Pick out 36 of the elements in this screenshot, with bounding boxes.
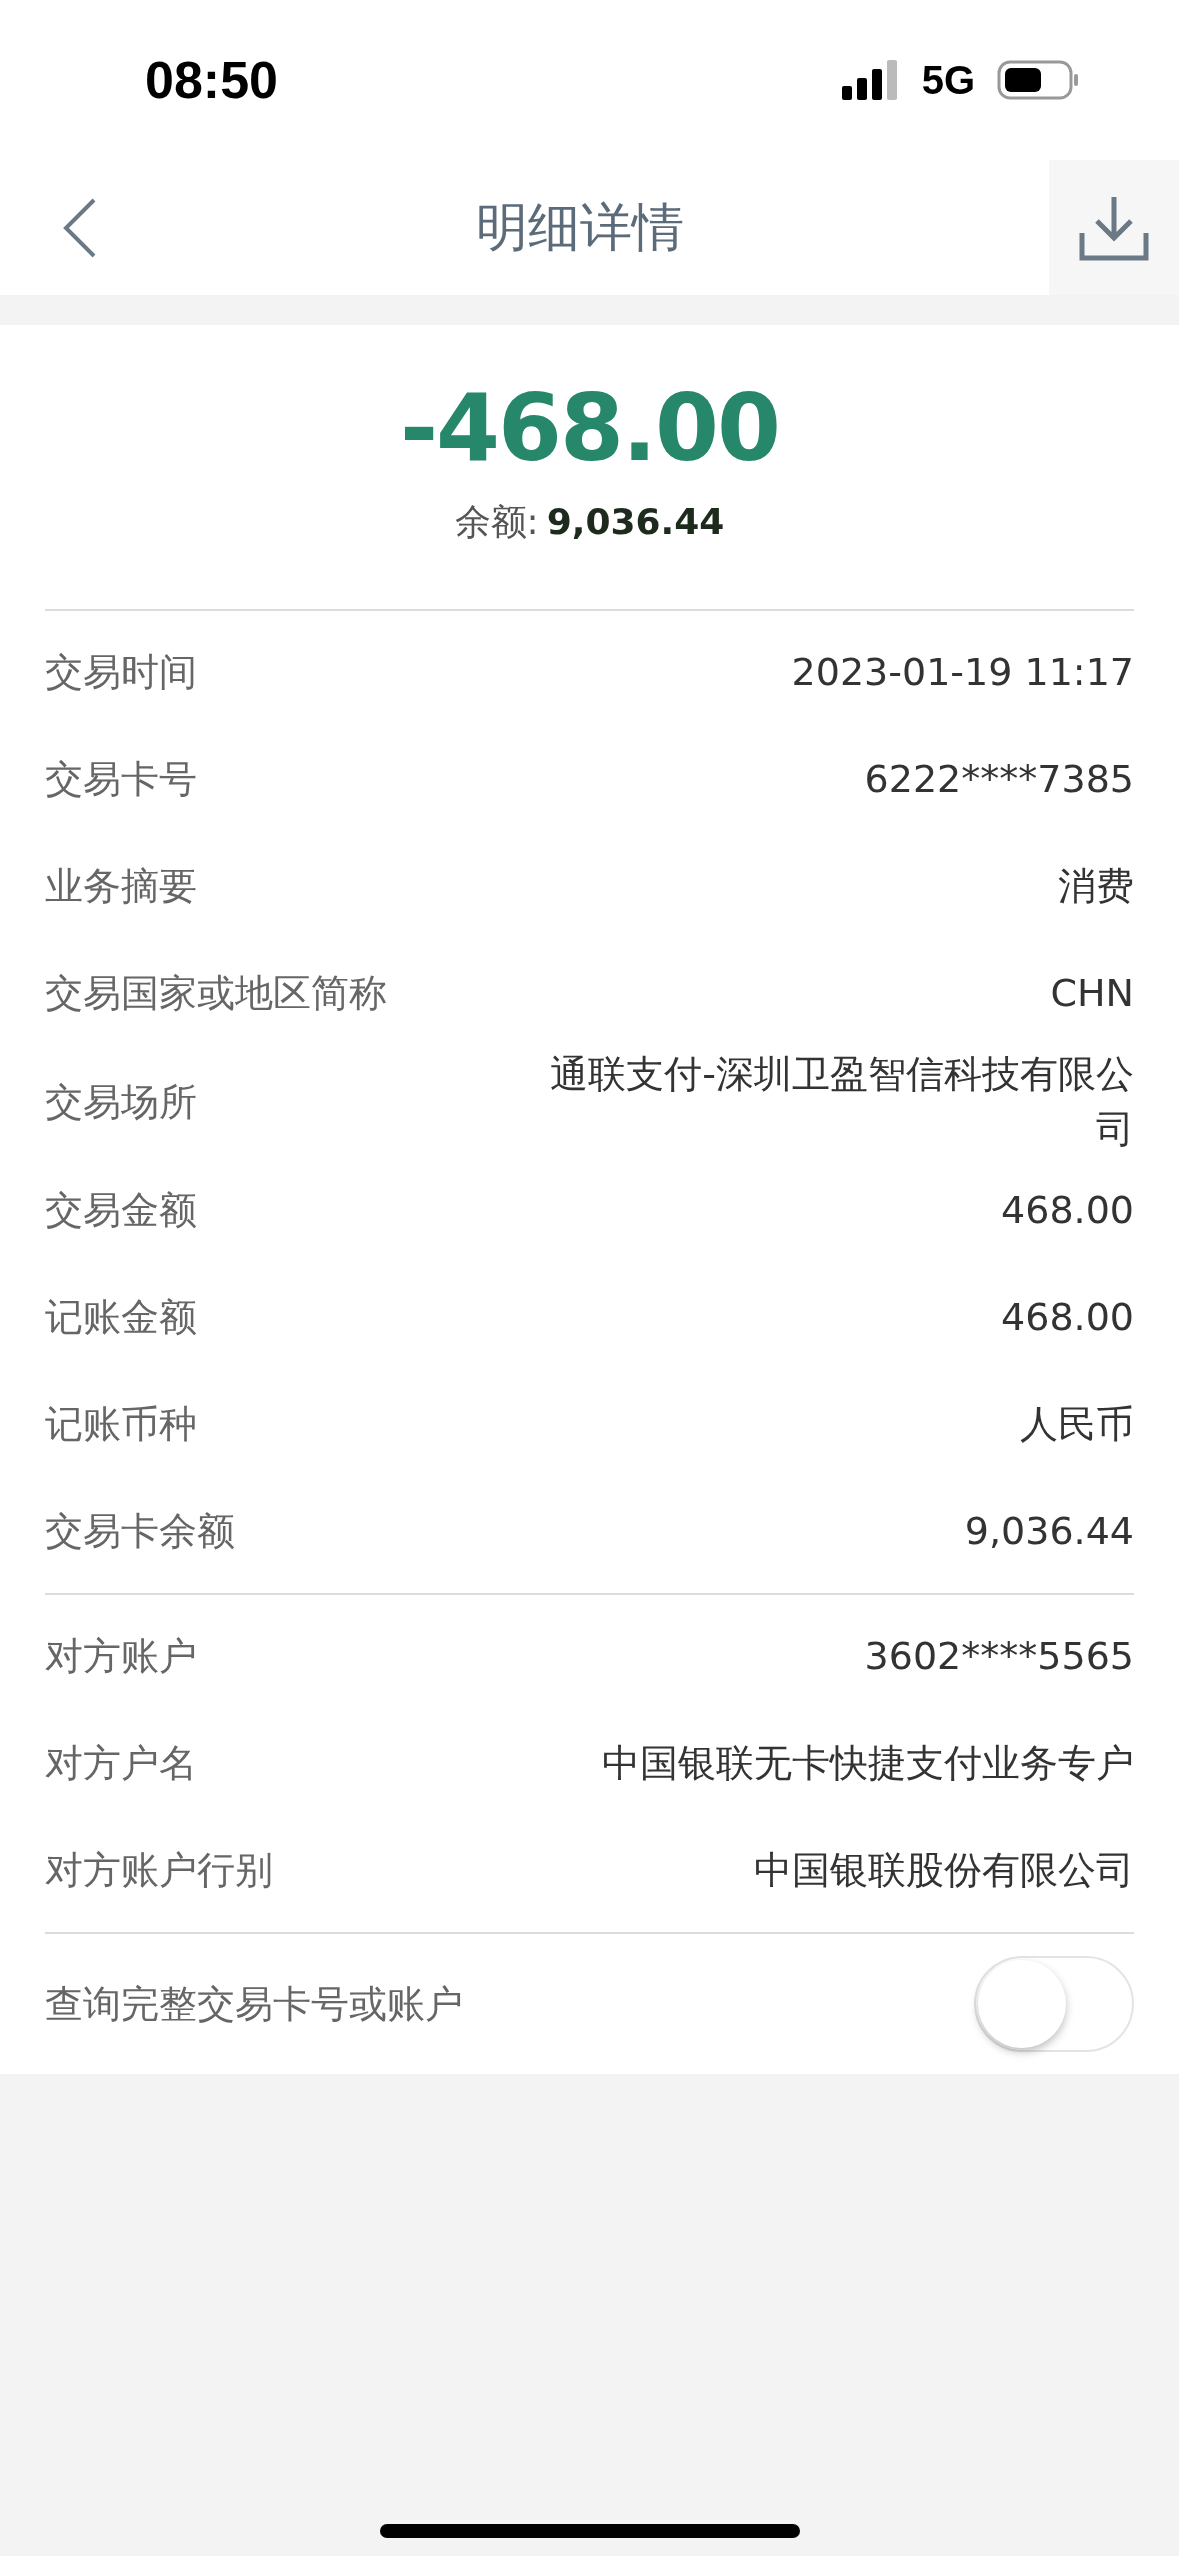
detail-value: 通联支付-深圳卫盈智信科技有限公司 [549, 1051, 1134, 1154]
detail-value: 2023-01-19 11:17 [791, 648, 1134, 696]
detail-value: 3602****5565 [864, 1633, 1134, 1681]
detail-label: 记账币种 [45, 1401, 197, 1449]
detail-label: 对方账户 [45, 1633, 197, 1681]
network-label: 5G [921, 57, 975, 103]
detail-value: 468.00 [1001, 1294, 1134, 1342]
detail-label: 交易场所 [45, 1078, 197, 1126]
detail-value: 人民币 [1020, 1401, 1134, 1449]
transaction-amount: -468.00 [399, 375, 780, 482]
download-button[interactable] [1049, 160, 1179, 295]
detail-label: 记账金额 [45, 1294, 197, 1342]
detail-value: 468.00 [1001, 1187, 1134, 1235]
detail-label: 对方账户行别 [45, 1847, 273, 1895]
detail-value: 中国银联股份有限公司 [754, 1847, 1134, 1895]
battery-icon [997, 60, 1079, 100]
detail-value: 6222****7385 [864, 755, 1134, 803]
detail-value: 中国银联无卡快捷支付业务专户 [602, 1740, 1134, 1788]
detail-value: 消费 [1058, 862, 1134, 910]
signal-icon [841, 60, 900, 100]
balance-value: 9,036.44 [546, 501, 725, 542]
toggle-label: 查询完整交易卡号或账户 [45, 1980, 463, 2028]
download-icon [1079, 194, 1149, 261]
balance-label: 余额: [454, 500, 539, 544]
detail-label: 交易金额 [45, 1187, 197, 1235]
detail-label: 交易国家或地区简称 [45, 970, 387, 1017]
detail-label: 业务摘要 [45, 863, 197, 910]
detail-value: CHN [1050, 969, 1134, 1017]
status-time: 08:50 [145, 50, 278, 110]
detail-label: 对方户名 [45, 1740, 197, 1788]
detail-value: 9,036.44 [964, 1508, 1134, 1556]
detail-label: 交易卡号 [45, 756, 197, 803]
detail-label: 交易时间 [45, 649, 197, 696]
back-icon [62, 196, 98, 259]
page-title: 明细详情 [475, 195, 684, 259]
detail-label: 交易卡余额 [45, 1508, 235, 1556]
